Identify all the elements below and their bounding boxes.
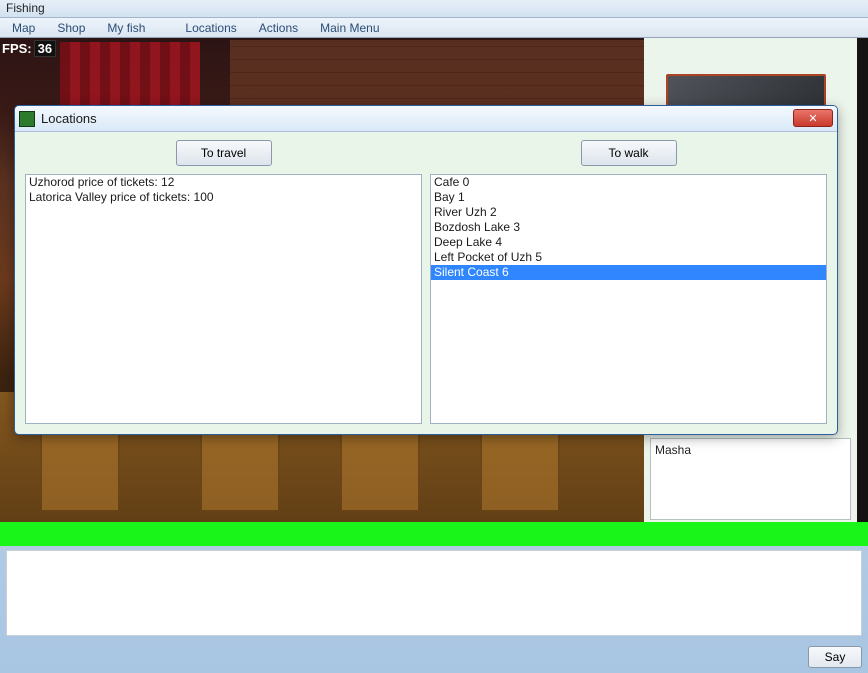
- app-titlebar: Fishing: [0, 0, 868, 18]
- locations-titlebar[interactable]: Locations ✕: [15, 106, 837, 132]
- walk-column: To walk Cafe 0Bay 1River Uzh 2Bozdosh La…: [430, 140, 827, 424]
- menu-my-fish[interactable]: My fish: [99, 19, 153, 37]
- app-title: Fishing: [6, 1, 45, 15]
- walk-list-item[interactable]: Bozdosh Lake 3: [431, 220, 826, 235]
- character-name: Masha: [655, 443, 691, 457]
- to-travel-button[interactable]: To travel: [176, 140, 272, 166]
- fps-value: 36: [34, 40, 56, 57]
- menu-main-menu[interactable]: Main Menu: [312, 19, 387, 37]
- walk-list-item[interactable]: Cafe 0: [431, 175, 826, 190]
- locations-icon: [19, 111, 35, 127]
- locations-dialog: Locations ✕ To travel Uzhorod price of t…: [14, 105, 838, 435]
- travel-list[interactable]: Uzhorod price of tickets: 12Latorica Val…: [25, 174, 422, 424]
- travel-list-item[interactable]: Latorica Valley price of tickets: 100: [26, 190, 421, 205]
- walk-list-item[interactable]: Deep Lake 4: [431, 235, 826, 250]
- chat-log[interactable]: [6, 550, 862, 636]
- locations-body: To travel Uzhorod price of tickets: 12La…: [15, 132, 837, 432]
- fps-counter: FPS: 36: [2, 40, 56, 57]
- status-bar: [0, 522, 868, 546]
- menu-map[interactable]: Map: [4, 19, 43, 37]
- menu-locations[interactable]: Locations: [177, 19, 244, 37]
- say-row: Say: [808, 646, 862, 668]
- close-button[interactable]: ✕: [793, 109, 833, 127]
- walk-list-item[interactable]: Silent Coast 6: [431, 265, 826, 280]
- travel-column: To travel Uzhorod price of tickets: 12La…: [25, 140, 422, 424]
- to-walk-button[interactable]: To walk: [581, 140, 677, 166]
- menu-actions[interactable]: Actions: [251, 19, 306, 37]
- locations-title: Locations: [41, 111, 97, 126]
- walk-list-item[interactable]: Left Pocket of Uzh 5: [431, 250, 826, 265]
- character-name-box: Masha: [650, 438, 851, 520]
- say-button[interactable]: Say: [808, 646, 862, 668]
- menu-shop[interactable]: Shop: [49, 19, 93, 37]
- fps-label: FPS:: [2, 41, 32, 56]
- walk-list-item[interactable]: River Uzh 2: [431, 205, 826, 220]
- close-icon: ✕: [808, 112, 817, 125]
- menubar: Map Shop My fish Locations Actions Main …: [0, 18, 868, 38]
- walk-list[interactable]: Cafe 0Bay 1River Uzh 2Bozdosh Lake 3Deep…: [430, 174, 827, 424]
- walk-list-item[interactable]: Bay 1: [431, 190, 826, 205]
- travel-list-item[interactable]: Uzhorod price of tickets: 12: [26, 175, 421, 190]
